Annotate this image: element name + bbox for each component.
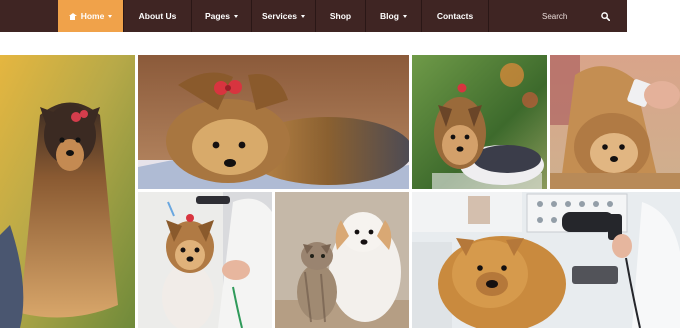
nav-item-about-us[interactable]: About Us — [124, 0, 192, 32]
nav-label-services: Services — [262, 11, 297, 21]
nav-item-home[interactable]: Home — [58, 0, 124, 32]
nav-item-services[interactable]: Services — [252, 0, 316, 32]
gallery-photo-yorkie-long-hair[interactable] — [0, 55, 135, 328]
chevron-down-icon — [234, 15, 239, 18]
gallery-photo-yorkie-haircut[interactable] — [138, 192, 272, 328]
gallery-photo-yorkie-lying-bow[interactable] — [138, 55, 409, 189]
top-navigation: Home About Us Pages Services Shop Blog C… — [0, 0, 680, 32]
chevron-down-icon — [300, 15, 305, 18]
nav-label-contacts: Contacts — [436, 11, 474, 21]
nav-item-shop[interactable]: Shop — [316, 0, 366, 32]
nav-item-blog[interactable]: Blog — [366, 0, 422, 32]
nav-item-pages[interactable]: Pages — [192, 0, 252, 32]
nav-label-shop: Shop — [329, 11, 352, 21]
nav-label-home: Home — [80, 11, 105, 21]
chevron-down-icon — [108, 15, 113, 18]
gallery-photo-yorkie-grooming-brush[interactable] — [550, 55, 680, 189]
gallery-photo-kitten-and-puppy[interactable] — [275, 192, 409, 328]
nav-item-contacts[interactable]: Contacts — [422, 0, 489, 32]
nav-label-blog: Blog — [380, 11, 399, 21]
search-icon[interactable] — [601, 12, 610, 21]
search-input[interactable] — [542, 6, 642, 26]
nav-label-about-us: About Us — [138, 11, 177, 21]
header-spacer — [0, 32, 680, 54]
gallery-photo-yorkie-grass[interactable] — [412, 55, 547, 189]
gallery-photo-chow-chow-blow-dry[interactable] — [412, 192, 680, 328]
chevron-down-icon — [402, 15, 407, 18]
home-icon — [68, 12, 77, 20]
nav-label-pages: Pages — [204, 11, 231, 21]
